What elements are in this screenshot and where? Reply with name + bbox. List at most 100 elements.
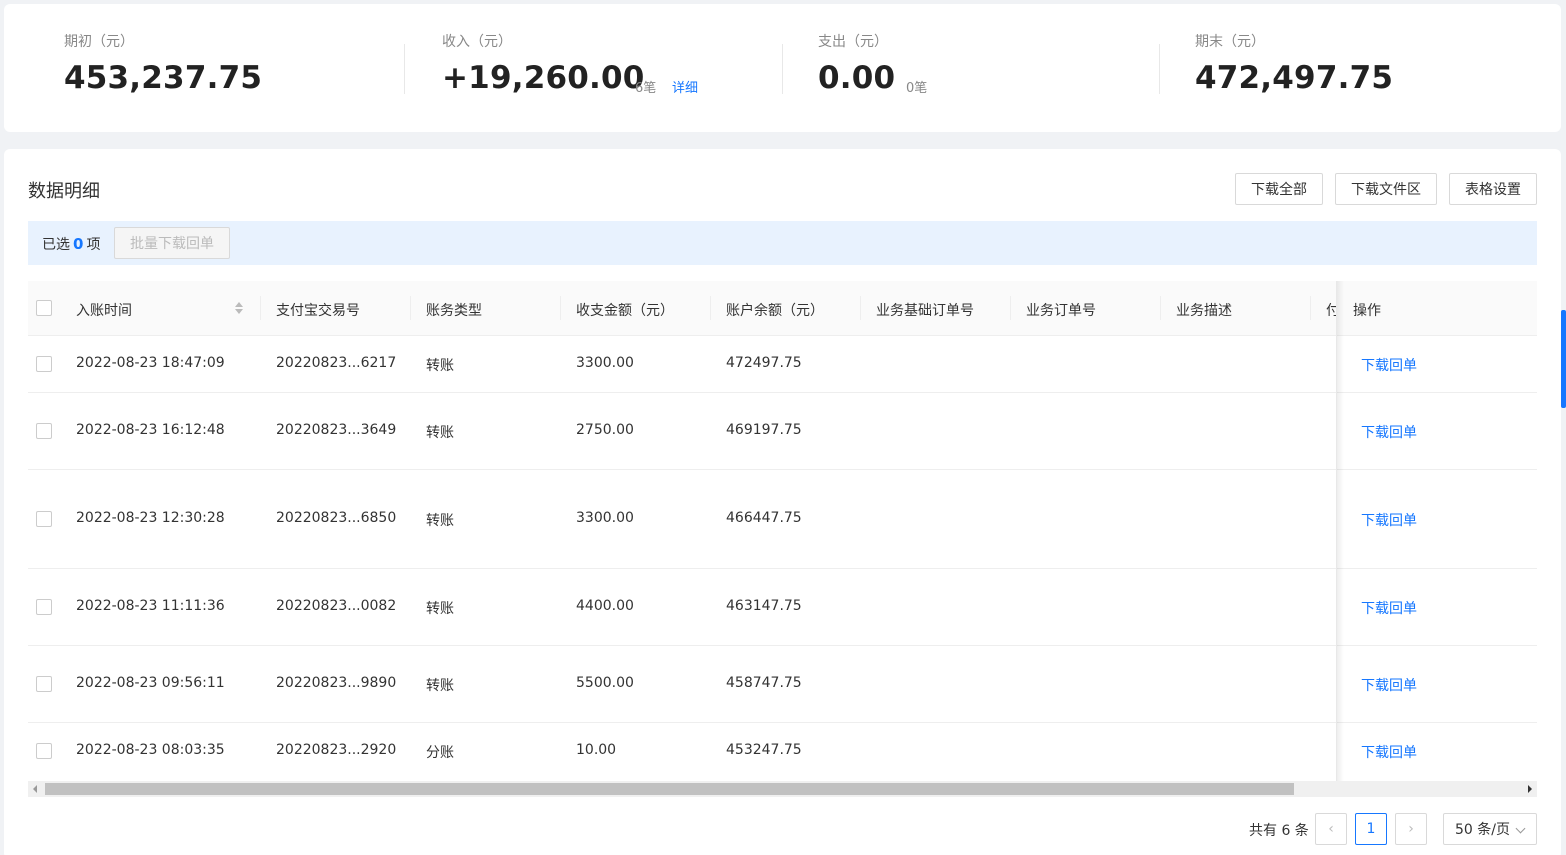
column-separator (1160, 296, 1161, 320)
cell-time: 2022-08-23 12:30:28 (76, 510, 225, 526)
row-checkbox[interactable] (36, 423, 52, 439)
cell-balance: 453247.75 (726, 742, 802, 758)
selection-count: 0 (73, 235, 84, 253)
column-separator (710, 296, 711, 320)
row-checkbox[interactable] (36, 743, 52, 759)
income-detail-link[interactable]: 详细 (672, 77, 698, 96)
column-separator (560, 296, 561, 320)
cell-type: 转账 (426, 513, 454, 529)
download-receipt-link[interactable]: 下载回单 (1361, 422, 1417, 442)
opening-amount: 453,237.75 (64, 60, 263, 96)
fixed-column-border (1336, 281, 1337, 781)
chevron-down-icon (1515, 823, 1526, 834)
cell-type: 转账 (426, 601, 454, 617)
select-all-checkbox[interactable] (36, 300, 52, 316)
download-receipt-link[interactable]: 下载回单 (1361, 598, 1417, 618)
expense-count: 0笔 (906, 81, 928, 96)
batch-download-button[interactable]: 批量下载回单 (114, 227, 230, 259)
header-type: 账务类型 (426, 303, 482, 319)
header-balance: 账户余额（元） (726, 303, 824, 319)
closing-amount: 472,497.75 (1195, 60, 1394, 96)
header-base-order: 业务基础订单号 (876, 303, 974, 319)
income-count: 6笔 (635, 81, 657, 96)
cell-trade-no: 20220823...9890 (276, 675, 397, 691)
table-row: 2022-08-23 16:12:48 20220823...3649 转账 2… (28, 393, 1537, 470)
cell-amount: 10.00 (576, 742, 617, 758)
download-area-button[interactable]: 下载文件区 (1335, 173, 1437, 205)
table-row: 2022-08-23 18:47:09 20220823...6217 转账 3… (28, 336, 1537, 393)
cell-type: 转账 (426, 358, 454, 374)
data-detail-panel: 数据明细 下载全部 下载文件区 表格设置 已选 0 项 批量下载回单 入账时间 支付… (4, 149, 1561, 855)
pagination-total: 共有 6 条 (1249, 823, 1309, 839)
header-action: 操作 (1353, 303, 1381, 319)
horizontal-scrollbar[interactable] (28, 781, 1537, 797)
selection-suffix: 项 (86, 237, 101, 253)
cell-time: 2022-08-23 16:12:48 (76, 422, 225, 438)
cell-time: 2022-08-23 08:03:35 (76, 742, 225, 758)
cell-time: 2022-08-23 18:47:09 (76, 355, 225, 371)
selection-prefix: 已选 (42, 237, 70, 253)
page-scroll-indicator[interactable] (1561, 310, 1566, 408)
sort-icon[interactable] (234, 301, 244, 315)
scroll-right-icon[interactable] (1528, 785, 1532, 793)
cell-balance: 463147.75 (726, 598, 802, 614)
expense-label: 支出（元） (818, 34, 888, 50)
download-receipt-link[interactable]: 下载回单 (1361, 355, 1417, 375)
cell-trade-no: 20220823...3649 (276, 422, 397, 438)
cell-amount: 2750.00 (576, 422, 634, 438)
cell-balance: 466447.75 (726, 510, 802, 526)
divider (404, 44, 405, 94)
download-receipt-link[interactable]: 下载回单 (1361, 675, 1417, 695)
column-separator (860, 296, 861, 320)
download-receipt-link[interactable]: 下载回单 (1361, 510, 1417, 530)
header-trade-no: 支付宝交易号 (276, 303, 360, 319)
table-header: 入账时间 支付宝交易号 账务类型 收支金额（元） 账户余额（元） 业务基础订单号… (28, 281, 1537, 336)
divider (782, 44, 783, 94)
fixed-column-shadow (1336, 281, 1344, 781)
column-separator (1010, 296, 1011, 320)
income-label: 收入（元） (442, 34, 512, 50)
header-order: 业务订单号 (1026, 303, 1096, 319)
cell-balance: 458747.75 (726, 675, 802, 691)
cell-trade-no: 20220823...0082 (276, 598, 397, 614)
cell-amount: 3300.00 (576, 355, 634, 371)
chevron-left-icon: ‹ (1328, 821, 1334, 837)
chevron-right-icon: › (1408, 821, 1414, 837)
cell-amount: 3300.00 (576, 510, 634, 526)
cell-time: 2022-08-23 11:11:36 (76, 598, 225, 614)
header-time[interactable]: 入账时间 (76, 300, 132, 320)
download-all-button[interactable]: 下载全部 (1235, 173, 1323, 205)
opening-label: 期初（元） (64, 34, 134, 50)
cell-time: 2022-08-23 09:56:11 (76, 675, 225, 691)
scroll-left-icon[interactable] (33, 785, 37, 793)
table-row: 2022-08-23 12:30:28 20220823...6850 转账 3… (28, 470, 1537, 569)
cell-trade-no: 20220823...6217 (276, 355, 397, 371)
page-1-button[interactable]: 1 (1355, 813, 1387, 845)
selection-bar: 已选 0 项 批量下载回单 (28, 221, 1537, 265)
header-amount: 收支金额（元） (576, 303, 674, 319)
download-receipt-link[interactable]: 下载回单 (1361, 742, 1417, 762)
page-size-select[interactable]: 50 条/页 (1443, 813, 1537, 845)
next-page-button[interactable]: › (1395, 813, 1427, 845)
detail-table: 入账时间 支付宝交易号 账务类型 收支金额（元） 账户余额（元） 业务基础订单号… (28, 281, 1537, 781)
prev-page-button[interactable]: ‹ (1315, 813, 1347, 845)
header-desc: 业务描述 (1176, 303, 1232, 319)
action-header-cell: 操作 (1337, 281, 1537, 335)
row-checkbox[interactable] (36, 599, 52, 615)
divider (1159, 44, 1160, 94)
table-row: 2022-08-23 09:56:11 20220823...9890 转账 5… (28, 646, 1537, 723)
row-checkbox[interactable] (36, 511, 52, 527)
row-checkbox[interactable] (36, 356, 52, 372)
cell-amount: 5500.00 (576, 675, 634, 691)
page-size-value: 50 条/页 (1455, 822, 1510, 838)
selection-count-text: 已选 0 项 (42, 234, 100, 254)
cell-trade-no: 20220823...2920 (276, 742, 397, 758)
cell-type: 转账 (426, 425, 454, 441)
cell-type: 转账 (426, 678, 454, 694)
table-settings-button[interactable]: 表格设置 (1449, 173, 1537, 205)
cell-balance: 469197.75 (726, 422, 802, 438)
scrollbar-thumb[interactable] (45, 783, 1294, 795)
table-row: 2022-08-23 11:11:36 20220823...0082 转账 4… (28, 569, 1537, 646)
closing-label: 期末（元） (1195, 34, 1265, 50)
row-checkbox[interactable] (36, 676, 52, 692)
